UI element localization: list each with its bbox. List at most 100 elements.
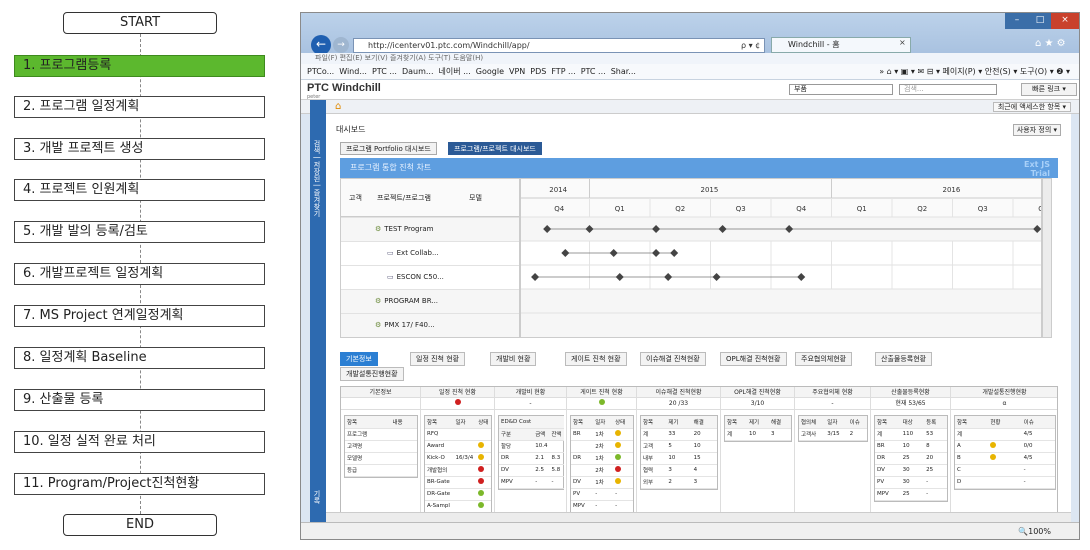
col-project[interactable]: 프로젝트/프로그램 xyxy=(377,179,431,217)
recent-items-button[interactable]: 최근에 액세스한 항목 ▾ xyxy=(992,102,1071,112)
table-row: 2차 xyxy=(571,440,633,453)
mini-table: ED&D Cost 구분 금액 잔액 할당 10.4 DR 2.1 8.3 DV 2.5 5.8 MPV… xyxy=(498,415,564,490)
panel-tab[interactable]: 기본정보 xyxy=(340,352,378,366)
close-window-button[interactable]: × xyxy=(1051,13,1079,29)
table-cell: 10.4 xyxy=(533,440,550,453)
table-header-cell: 일자 xyxy=(453,416,477,429)
table-header-cell xyxy=(533,416,550,429)
browser-toolbar-icons[interactable]: ⌂ ★ ⚙ xyxy=(1035,38,1066,49)
table-cell: 20 xyxy=(924,452,947,465)
table-row: 내부 10 15 xyxy=(641,452,717,465)
table-cell: RFQ xyxy=(425,428,454,441)
gantt-row[interactable]: ⚙ PMX 17/ F40... xyxy=(341,313,519,337)
panel-tab[interactable]: 게이트 진척 현황 xyxy=(565,352,627,366)
table-cell xyxy=(571,464,594,477)
address-controls[interactable]: ρ ▾ ¢ xyxy=(741,38,760,53)
table-row: BR 1차 xyxy=(571,428,633,441)
home-icon[interactable]: ⌂ xyxy=(335,101,341,112)
back-icon[interactable]: ← xyxy=(311,35,331,55)
quarter-label: Q3 xyxy=(736,205,746,213)
favorite-item[interactable]: Wind... xyxy=(339,67,367,76)
forward-icon[interactable]: → xyxy=(333,37,349,53)
flow-start: START xyxy=(63,12,217,34)
table-cell: 3/15 xyxy=(825,428,848,441)
horizontal-scrollbar[interactable] xyxy=(326,512,1071,522)
favorite-item[interactable]: PDS xyxy=(530,67,546,76)
flow-step-9: 9. 산출물 등록 xyxy=(14,389,265,411)
favorite-item[interactable]: 네이버 ... xyxy=(439,67,471,76)
tab-close-icon[interactable]: × xyxy=(899,38,906,47)
gantt-row[interactable]: ▭ ESCON C50... xyxy=(341,265,519,289)
table-row: MPV - - xyxy=(571,500,633,513)
search-scope-select[interactable]: 부품 xyxy=(789,84,893,95)
table-cell: 30 xyxy=(900,476,925,489)
command-bar[interactable]: » ⌂ ▾ ▣ ▾ ✉ ⊟ ▾ 페이지(P) ▾ 안전(S) ▾ 도구(O) ▾… xyxy=(879,64,1070,80)
table-cell: - xyxy=(924,476,947,489)
table-header-cell: 협의체 xyxy=(799,416,826,429)
favorite-item[interactable]: PTC ... xyxy=(581,67,606,76)
panel-tab[interactable]: 이슈해결 진척현황 xyxy=(640,352,706,366)
tab-project-dashboard[interactable]: 프로그램/프로젝트 대시보드 xyxy=(448,142,542,155)
maximize-button[interactable]: □ xyxy=(1029,13,1051,29)
table-cell: - xyxy=(924,488,947,501)
table-cell xyxy=(613,476,633,489)
panel-tab[interactable]: 개발비 현황 xyxy=(490,352,537,366)
table-cell: 고객사 xyxy=(799,428,826,441)
favorite-item[interactable]: PTC ... xyxy=(372,67,397,76)
year-label: 2016 xyxy=(943,186,961,194)
table-cell: 계 xyxy=(955,428,989,441)
col-customer[interactable]: 고객 xyxy=(349,179,362,217)
gantt-row[interactable]: ▭ Ext Collab... xyxy=(341,241,519,265)
minimize-button[interactable]: – xyxy=(1005,13,1029,29)
search-input[interactable]: 검색... xyxy=(899,84,997,95)
milestone-diamond xyxy=(712,273,721,281)
table-cell: 8 xyxy=(924,440,947,453)
tab-portfolio-dashboard[interactable]: 프로그램 Portfolio 대시보드 xyxy=(340,142,437,155)
quick-link-button[interactable]: 빠른 링크 ▾ xyxy=(1021,83,1077,96)
status-dot xyxy=(478,478,485,484)
browser-menubar[interactable]: 파일(F) 편집(E) 보기(V) 즐겨찾기(A) 도구(T) 도움말(H) xyxy=(301,53,1079,64)
table-header-cell: 해결 xyxy=(769,416,791,429)
table-row: 등급 xyxy=(345,464,417,477)
favorite-item[interactable]: Google xyxy=(476,67,504,76)
table-cell: PV xyxy=(875,476,901,489)
panel-tab[interactable]: 산출물등록현황 xyxy=(875,352,933,366)
gantt-row[interactable]: ⚙ PROGRAM BR... xyxy=(341,289,519,313)
quarter-label: Q4 xyxy=(554,205,565,213)
favorite-item[interactable]: PTCo... xyxy=(307,67,334,76)
user-settings-button[interactable]: 사용자 정의 ▾ xyxy=(1012,124,1061,136)
flow-step-8: 8. 일정계획 Baseline xyxy=(14,347,265,369)
milestone-diamond xyxy=(670,249,679,257)
favorite-item[interactable]: FTP ... xyxy=(551,67,575,76)
status-dot xyxy=(990,454,997,460)
navigator-sidebar[interactable]: 검색 | 저장된 | 즐겨찾기 기록 xyxy=(310,100,326,522)
favorite-item[interactable]: Daum... xyxy=(402,67,434,76)
panel-tab[interactable]: 주요협의체현황 xyxy=(795,352,853,366)
panel-tab[interactable]: 일정 진척 현황 xyxy=(410,352,466,366)
windchill-browser-window: – □ × ← → http://icenterv01.ptc.com/Wind… xyxy=(300,12,1080,540)
table-row: DR 1차 xyxy=(571,452,633,465)
table-cell xyxy=(476,464,491,477)
favorite-item[interactable]: Shar... xyxy=(611,67,636,76)
table-cell xyxy=(453,488,477,501)
zoom-level[interactable]: 🔍100% xyxy=(1018,527,1051,536)
gantt-row[interactable]: ⚙ TEST Program xyxy=(341,217,519,241)
browser-tab[interactable]: Windchill - 홈 xyxy=(771,37,911,53)
panel-tab[interactable]: 개발설통진행현황 xyxy=(340,367,404,381)
col-model[interactable]: 모델 xyxy=(469,179,482,217)
panel-tab[interactable]: OPL해결 진척현황 xyxy=(720,352,787,366)
summary-subtitle: α xyxy=(951,398,1057,410)
status-dot xyxy=(615,478,622,484)
gantt-scrollbar[interactable] xyxy=(1042,178,1052,338)
sidebar-history[interactable]: 기록 xyxy=(312,490,322,504)
sidebar-tabs[interactable]: 검색 | 저장된 | 즐겨찾기 xyxy=(312,140,322,217)
table-cell: - xyxy=(593,488,614,501)
address-bar[interactable]: http://icenterv01.ptc.com/Windchill/app/ xyxy=(353,38,765,53)
table-row: Kick-O 16/3/4 xyxy=(425,452,491,465)
table-cell: DR xyxy=(875,452,901,465)
summary-section: 이슈해결 진척현황 20 /33 항목 제기 해결 계 33 20 고객 5 10 내부 10 15 협력 3… xyxy=(637,387,721,519)
table-cell xyxy=(453,476,477,489)
table-cell xyxy=(390,440,417,453)
favorite-item[interactable]: VPN xyxy=(509,67,525,76)
mini-table: 협의체 일자 이슈 고객사 3/15 2 xyxy=(798,415,868,442)
